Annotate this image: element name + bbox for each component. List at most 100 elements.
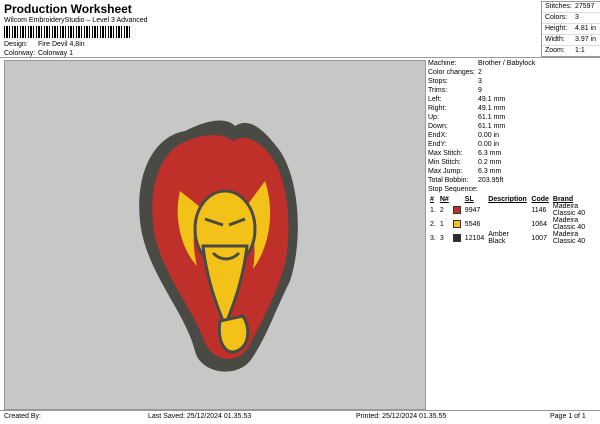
software-name: Wilcom EmbroideryStudio – Level 3 Advanc…: [4, 17, 148, 24]
info-value: 49.1 mm: [478, 105, 506, 112]
stat-row: Colors: 3: [542, 13, 600, 24]
stat-label: Zoom:: [545, 47, 565, 54]
info-row: Up: 61.1 mm: [428, 113, 598, 122]
info-value: 61.1 mm: [478, 123, 506, 130]
info-value: 6.3 mm: [478, 150, 502, 157]
info-value: 3: [478, 78, 482, 85]
colorway-value: Colorway 1: [37, 50, 73, 57]
col-sl: SL: [464, 196, 474, 203]
info-row: Min Stitch: 0.2 mm: [428, 158, 598, 167]
table-row[interactable]: 1. 2 9947 1146 Madeira Classic 40: [428, 203, 598, 217]
table-row[interactable]: 3. 3 12104 Amber Black 1007 Madeira Clas…: [428, 231, 598, 245]
colorway-row: Colorway: Colorway 1: [4, 50, 73, 57]
row-sl: 5546: [464, 220, 481, 228]
stat-label: Stitches:: [545, 3, 572, 10]
info-label: Down:: [428, 123, 448, 130]
info-value: 2: [478, 69, 482, 76]
row-code: 1146: [531, 206, 547, 214]
row-n: 1: [439, 220, 444, 228]
colorway-label: Colorway:: [4, 50, 36, 57]
row-brand: Madeira Classic 40: [552, 203, 586, 217]
info-row: Left: 49.1 mm: [428, 95, 598, 104]
col-swatch: [451, 196, 463, 203]
row-code: 1007: [531, 234, 547, 242]
info-row: Max Jump: 6.3 mm: [428, 167, 598, 176]
table-row[interactable]: 2. 1 5546 1064 Madeira Classic 40: [428, 217, 598, 231]
stop-sequence-table: # N# SL Description Code Brand 1. 2 9947…: [428, 196, 598, 245]
stat-value: 3: [575, 14, 579, 21]
stop-sequence-title: Stop Sequence:: [428, 186, 478, 193]
last-saved: Last Saved: 25/12/2024 01.35.53: [148, 413, 252, 420]
info-label: EndX:: [428, 132, 448, 139]
row-desc: Amber Black: [488, 231, 509, 245]
info-value: 0.00 in: [478, 141, 500, 148]
stat-value: 27597: [575, 3, 595, 10]
color-swatch: [451, 217, 463, 231]
row-n: 3: [439, 234, 444, 242]
table-header-row: # N# SL Description Code Brand: [428, 196, 598, 203]
black-swatch: [452, 234, 461, 242]
row-num: 3.: [430, 234, 436, 242]
stat-row: Height: 4.81 in: [542, 24, 600, 35]
footer-divider: [0, 410, 600, 411]
info-label: Stops:: [428, 78, 448, 85]
row-desc: [486, 217, 529, 231]
page-number: Page 1 of 1: [550, 413, 586, 420]
info-value: 0.2 mm: [478, 159, 502, 166]
info-label: EndY:: [428, 141, 447, 148]
stat-value: 1:1: [575, 47, 585, 54]
info-label: Min Stitch:: [428, 159, 461, 166]
fire-devil-design: [139, 120, 298, 372]
info-row: Max Stitch: 6.3 mm: [428, 149, 598, 158]
info-label: Left:: [428, 96, 442, 103]
stat-row: Zoom: 1:1: [542, 46, 600, 56]
info-label: Max Stitch:: [428, 150, 463, 157]
col-num: #: [430, 196, 434, 203]
info-row: Trims: 9: [428, 86, 598, 95]
info-label: Max Jump:: [428, 168, 463, 175]
info-value: 9: [478, 87, 482, 94]
stat-row: Stitches: 27597: [542, 2, 600, 13]
row-code: 1064: [531, 220, 547, 228]
info-row: EndX: 0.00 in: [428, 131, 598, 140]
stat-label: Height:: [545, 25, 568, 32]
info-label: Up:: [428, 114, 439, 121]
info-label: Right:: [428, 105, 447, 112]
info-row: Color changes: 2: [428, 68, 598, 77]
stat-label: Width:: [545, 36, 565, 43]
worksheet-title: Production Worksheet: [4, 2, 132, 16]
color-swatch: [451, 203, 463, 217]
info-row: Total Bobbin: 203.95ft: [428, 176, 598, 185]
info-value: 6.3 mm: [478, 168, 502, 175]
info-label: Color changes:: [428, 69, 476, 76]
design-value: Fire Devil 4,8in: [37, 41, 85, 48]
info-value: 0.00 in: [478, 132, 500, 139]
row-brand: Madeira Classic 40: [552, 217, 586, 231]
row-num: 1.: [430, 206, 436, 214]
row-num: 2.: [430, 220, 436, 228]
stat-row: Width: 3.97 in: [542, 35, 600, 46]
color-swatch: [451, 231, 463, 245]
row-sl: 12104: [464, 234, 485, 242]
stats-box: Stitches: 27597 Colors: 3 Height: 4.81 in W…: [541, 1, 600, 57]
row-desc: [486, 203, 529, 217]
info-value: 49.1 mm: [478, 96, 506, 103]
machine-info: Machine: Brother / Babylock Color changes…: [428, 59, 598, 185]
design-preview[interactable]: [4, 60, 426, 410]
created-by: Created By:: [4, 413, 41, 420]
stat-value: 3.97 in: [575, 36, 597, 43]
yellow-swatch: [452, 220, 461, 228]
info-value: 203.95ft: [478, 177, 504, 184]
info-label: Machine:: [428, 60, 457, 67]
info-row: EndY: 0.00 in: [428, 140, 598, 149]
info-label: Trims:: [428, 87, 448, 94]
col-code: Code: [531, 196, 549, 203]
info-row: Machine: Brother / Babylock: [428, 59, 598, 68]
printed-date: Printed: 25/12/2024 01.35.55: [356, 413, 447, 420]
col-desc: Description: [488, 196, 527, 203]
stat-label: Colors:: [545, 14, 568, 21]
info-label: Total Bobbin:: [428, 177, 469, 184]
info-value: Brother / Babylock: [478, 60, 536, 67]
design-row: Design: Fire Devil 4,8in: [4, 41, 85, 48]
row-brand: Madeira Classic 40: [552, 231, 586, 245]
